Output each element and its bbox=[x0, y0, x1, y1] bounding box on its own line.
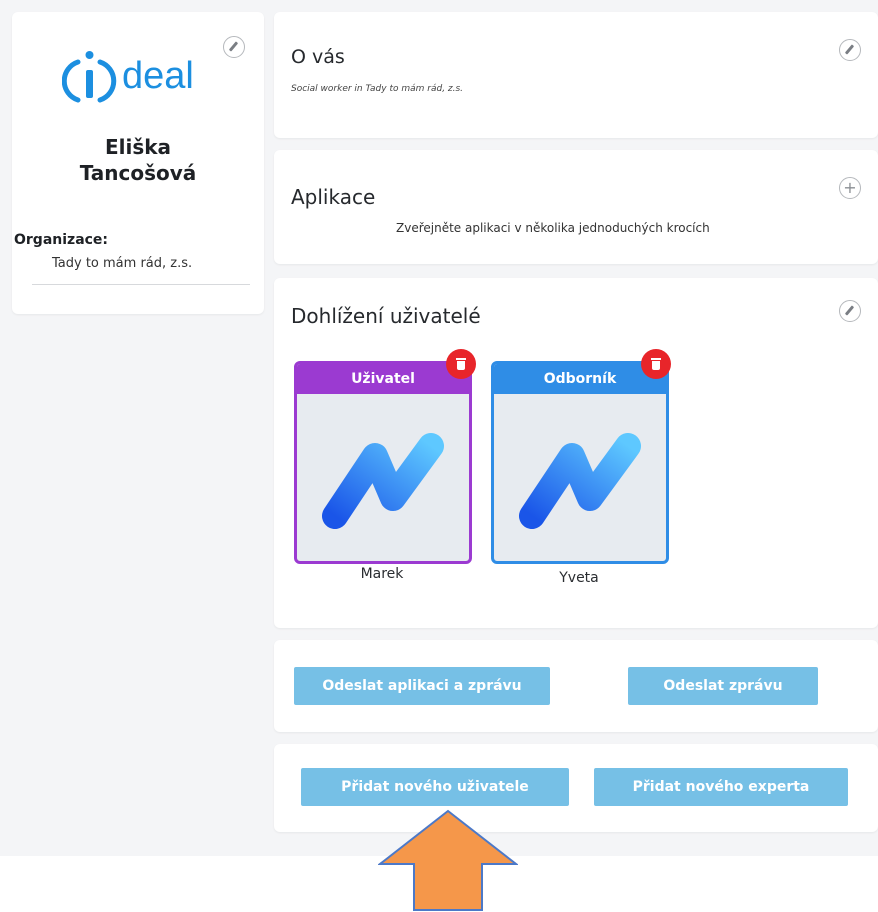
edit-about-pencil-icon[interactable] bbox=[839, 39, 861, 61]
supervised-users-card: Dohlížení uživatelé Uživatel Marek Odbor… bbox=[274, 278, 878, 628]
supervised-expert-card[interactable]: Odborník bbox=[491, 361, 669, 564]
organization-value: Tady to mám rád, z.s. bbox=[52, 256, 193, 271]
delete-expert-trash-icon[interactable] bbox=[641, 349, 671, 379]
add-actions-card: Přidat nového uživatele Přidat nového ex… bbox=[274, 744, 878, 832]
send-message-button[interactable]: Odeslat zprávu bbox=[628, 667, 818, 705]
supervised-title: Dohlížení uživatelé bbox=[291, 304, 481, 328]
applications-card: Aplikace Zveřejněte aplikaci v několika … bbox=[274, 150, 878, 264]
add-new-expert-button[interactable]: Přidat nového experta bbox=[594, 768, 848, 806]
organization-divider bbox=[32, 284, 250, 285]
applications-hint: Zveřejněte aplikaci v několika jednoduch… bbox=[396, 221, 710, 235]
user-last-name: Tancošová bbox=[79, 161, 197, 185]
send-application-and-message-button[interactable]: Odeslat aplikaci a zprávu bbox=[294, 667, 550, 705]
supervised-user-card[interactable]: Uživatel bbox=[294, 361, 472, 564]
applications-title: Aplikace bbox=[291, 185, 376, 209]
user-first-name: Eliška bbox=[104, 135, 172, 159]
role-label: Uživatel bbox=[297, 364, 469, 394]
role-label: Odborník bbox=[494, 364, 666, 394]
arrow-up-icon bbox=[378, 809, 518, 911]
supervised-expert-name: Yveta bbox=[559, 570, 599, 586]
supervised-user-name: Marek bbox=[360, 566, 404, 582]
about-card: O vás Social worker in Tady to mám rád, … bbox=[274, 12, 878, 138]
add-new-user-button[interactable]: Přidat nového uživatele bbox=[301, 768, 569, 806]
send-actions-card: Odeslat aplikaci a zprávu Odeslat zprávu bbox=[274, 640, 878, 732]
expert-avatar bbox=[519, 433, 641, 529]
user-name: Eliška Tancošová bbox=[12, 134, 264, 186]
profile-sidebar: deal Eliška Tancošová Organizace: Tady t… bbox=[12, 12, 264, 314]
edit-supervised-pencil-icon[interactable] bbox=[839, 300, 861, 322]
user-avatar bbox=[322, 433, 444, 529]
add-application-plus-icon[interactable]: + bbox=[839, 177, 861, 199]
about-text: Social worker in Tady to mám rád, z.s. bbox=[291, 84, 464, 94]
organization-label: Organizace: bbox=[14, 232, 109, 248]
logo-text: deal bbox=[122, 55, 194, 97]
ideal-logo: deal bbox=[62, 46, 232, 106]
about-title: O vás bbox=[291, 46, 345, 68]
delete-user-trash-icon[interactable] bbox=[446, 349, 476, 379]
